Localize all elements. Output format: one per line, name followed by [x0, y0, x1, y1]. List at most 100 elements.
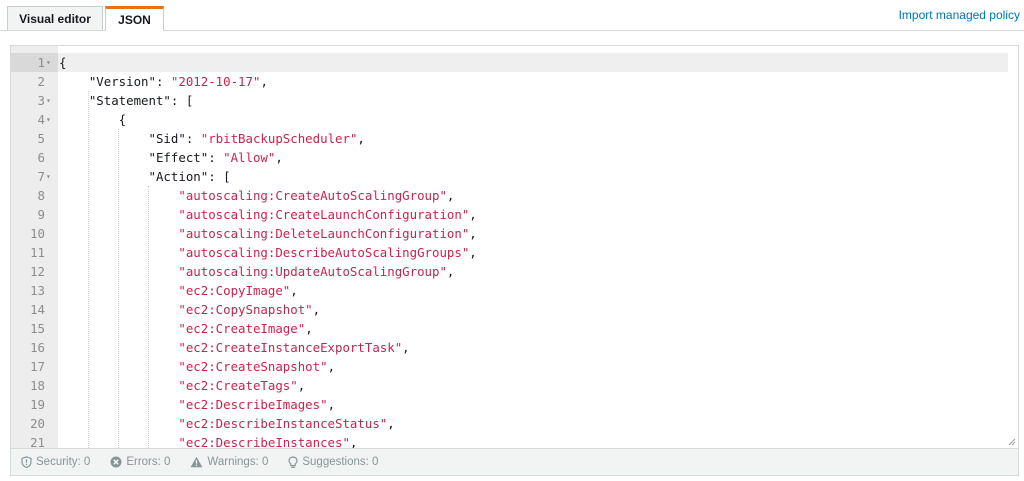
json-punctuation: , [402, 340, 410, 355]
code-text: "ec2:CopySnapshot", [59, 300, 320, 319]
resize-grip-icon[interactable] [1008, 438, 1016, 446]
line-number: 17 [30, 359, 45, 374]
json-punctuation: , [387, 416, 395, 431]
json-string: "autoscaling:DescribeAutoScalingGroups" [178, 245, 470, 260]
json-punctuation: "Sid": [59, 131, 201, 146]
line-number: 20 [30, 416, 45, 431]
code-line: 4 ▾ { [11, 110, 1011, 129]
line-number: 13 [30, 283, 45, 298]
code-text: "autoscaling:UpdateAutoScalingGroup", [59, 262, 454, 281]
code-line: 12 "autoscaling:UpdateAutoScalingGroup", [11, 262, 1011, 281]
json-punctuation: , [297, 378, 306, 393]
code-line: 15 "ec2:CreateImage", [11, 319, 1011, 338]
json-string: "autoscaling:CreateLaunchConfiguration" [178, 207, 470, 222]
json-punctuation: , [446, 264, 455, 279]
code-line: 18 "ec2:CreateTags", [11, 376, 1011, 395]
json-punctuation: "Action": [ [59, 169, 231, 184]
json-string: "ec2:CreateTags" [178, 378, 298, 393]
json-punctuation [59, 188, 178, 203]
json-string: "ec2:CreateSnapshot" [178, 359, 328, 374]
fold-toggle-icon[interactable]: ▾ [46, 91, 56, 110]
line-number: 4 [37, 112, 45, 127]
line-number: 16 [30, 340, 45, 355]
security-status[interactable]: Security: 0 [21, 456, 90, 468]
code-text: "autoscaling:CreateAutoScalingGroup", [59, 186, 454, 205]
line-number: 10 [30, 226, 45, 241]
json-string: "ec2:DescribeImages" [178, 397, 328, 412]
suggestions-count: Suggestions: 0 [302, 456, 379, 468]
json-punctuation: , [312, 302, 321, 317]
json-punctuation [59, 226, 178, 241]
json-punctuation: , [357, 131, 365, 146]
warnings-count: Warnings: 0 [207, 456, 269, 468]
json-punctuation [59, 378, 178, 393]
line-number: 3 [37, 93, 45, 108]
json-string: "autoscaling:DeleteLaunchConfiguration" [178, 226, 470, 241]
code-line: 9 "autoscaling:CreateLaunchConfiguration… [11, 205, 1011, 224]
warnings-status[interactable]: Warnings: 0 [190, 456, 268, 468]
json-policy-editor[interactable]: 1 ▾{2 "Version": "2012-10-17", 3 ▾ "Stateme… [10, 45, 1019, 449]
code-text: "autoscaling:CreateLaunchConfiguration", [59, 205, 477, 224]
fold-toggle-icon[interactable]: ▾ [46, 167, 56, 186]
security-count: Security: 0 [36, 456, 91, 468]
json-punctuation: , [469, 245, 477, 260]
error-icon [110, 456, 122, 468]
validation-status-bar: Security: 0 Errors: 0 Warnings: 0 Sugges… [10, 449, 1019, 476]
line-number: 9 [37, 207, 45, 222]
json-string: "ec2:CopyImage" [178, 283, 291, 298]
code-line: 10 "autoscaling:DeleteLaunchConfiguratio… [11, 224, 1011, 243]
tab-json[interactable]: JSON [105, 6, 164, 31]
line-number: 7 [37, 169, 45, 184]
json-punctuation: , [260, 74, 268, 89]
code-line: 17 "ec2:CreateSnapshot", [11, 357, 1011, 376]
json-punctuation [59, 264, 178, 279]
json-string: "ec2:CreateImage" [178, 321, 306, 336]
errors-status[interactable]: Errors: 0 [110, 456, 170, 468]
tab-visual-editor[interactable]: Visual editor [7, 6, 103, 30]
json-punctuation [59, 283, 178, 298]
import-managed-policy-link[interactable]: Import managed policy [899, 8, 1020, 22]
json-punctuation: , [327, 359, 336, 374]
errors-count: Errors: 0 [126, 456, 171, 468]
json-punctuation [59, 340, 178, 355]
warning-icon [191, 456, 203, 468]
json-string: "rbitBackupScheduler" [200, 131, 358, 146]
json-punctuation [59, 397, 178, 412]
code-text: "ec2:CreateSnapshot", [59, 357, 335, 376]
suggestions-status[interactable]: Suggestions: 0 [288, 455, 379, 469]
line-number: 14 [30, 302, 45, 317]
json-punctuation: , [469, 226, 477, 241]
json-string: "autoscaling:CreateAutoScalingGroup" [178, 188, 447, 203]
code-line: 20 "ec2:DescribeInstanceStatus", [11, 414, 1011, 433]
json-string: "ec2:CreateInstanceExportTask" [178, 340, 403, 355]
code-text: "ec2:CopyImage", [59, 281, 297, 300]
json-string: "2012-10-17" [170, 74, 261, 89]
code-text: "ec2:DescribeImages", [59, 395, 335, 414]
json-punctuation [59, 416, 178, 431]
line-number: 21 [30, 435, 45, 449]
fold-toggle-icon[interactable]: ▾ [46, 53, 56, 72]
line-number: 18 [30, 378, 45, 393]
json-string: "Allow" [223, 150, 276, 165]
json-punctuation [59, 435, 178, 448]
code-text: "Effect": "Allow", [59, 148, 283, 167]
json-punctuation: { [59, 55, 67, 70]
code-line: 14 "ec2:CopySnapshot", [11, 300, 1011, 319]
code-text: "Version": "2012-10-17", [59, 72, 268, 91]
json-punctuation: , [327, 397, 336, 412]
fold-toggle-icon[interactable]: ▾ [46, 110, 56, 129]
shield-icon [21, 456, 32, 468]
code-text: "Statement": [ [59, 91, 193, 110]
code-text: "ec2:CreateImage", [59, 319, 312, 338]
json-punctuation: , [469, 207, 477, 222]
code-line: 13 "ec2:CopyImage", [11, 281, 1011, 300]
line-number: 15 [30, 321, 45, 336]
json-punctuation [59, 302, 178, 317]
line-number: 5 [37, 131, 45, 146]
code-text: "ec2:DescribeInstanceStatus", [59, 414, 395, 433]
json-string: "autoscaling:UpdateAutoScalingGroup" [178, 264, 447, 279]
json-string: "ec2:DescribeInstances" [178, 435, 350, 449]
lightbulb-icon [288, 455, 298, 468]
json-punctuation: , [446, 188, 455, 203]
code-line: 16 "ec2:CreateInstanceExportTask", [11, 338, 1011, 357]
